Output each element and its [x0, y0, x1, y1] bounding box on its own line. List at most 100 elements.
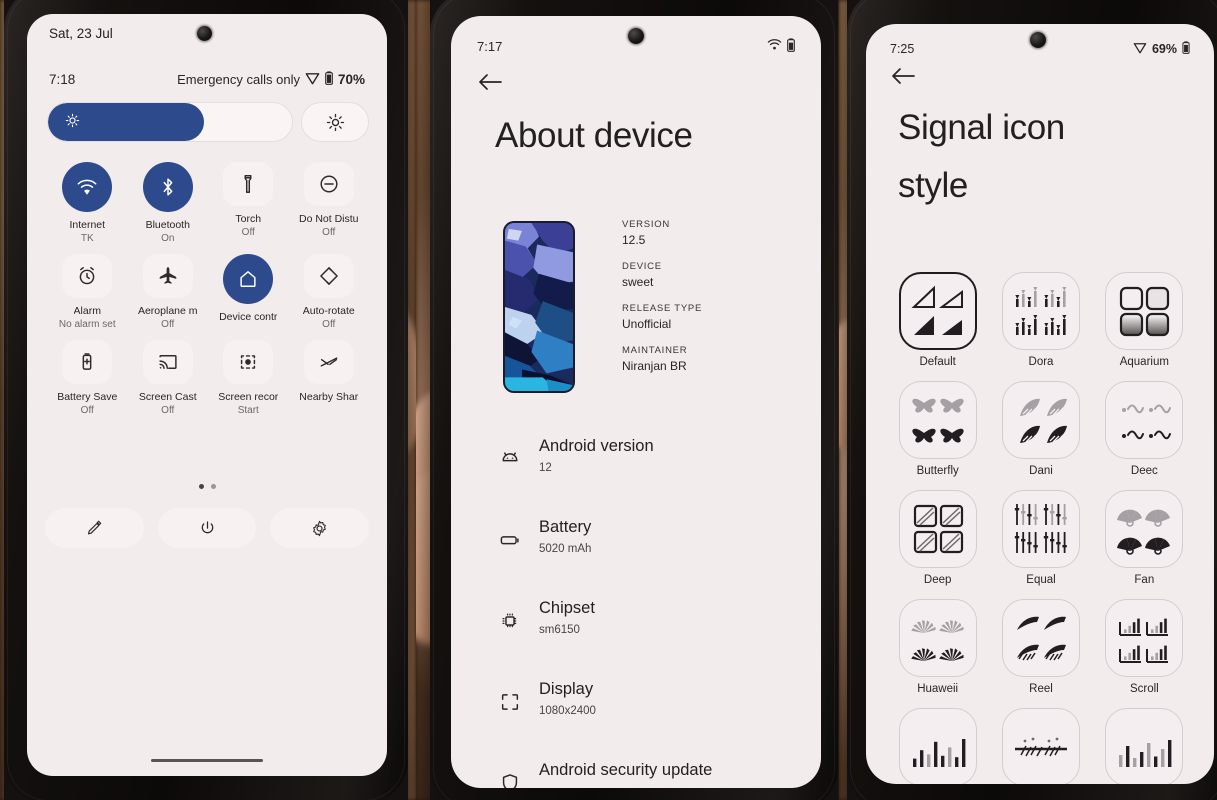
do-not-disturb-icon	[303, 162, 354, 206]
signal-style-option-huaweii[interactable]: Huaweii	[890, 599, 985, 695]
back-arrow-icon[interactable]	[477, 72, 503, 97]
qs-tile-torch[interactable]: Torch Off	[208, 162, 289, 244]
signal-style-option[interactable]	[1097, 708, 1192, 784]
about-device-rows: Android version 12 Battery 5020 mAh Chipset s…	[451, 434, 821, 788]
info-row-sub: 1080x2400	[539, 704, 596, 717]
qs-tile-device-contr[interactable]: Device contr	[208, 254, 289, 330]
brightness-slider[interactable]	[47, 102, 293, 142]
phone-device-2: 7:17 About device VERSION 12.5 DEVICE sw…	[430, 0, 838, 800]
signal-style-option[interactable]	[993, 708, 1088, 784]
qs-tile-sub: On	[161, 233, 175, 244]
panel-quick-settings: Sat, 23 Jul 7:18 Emergency calls only 70…	[0, 0, 416, 800]
signal-style-option-reel[interactable]: Reel	[993, 599, 1088, 695]
power-menu-button[interactable]	[157, 508, 257, 548]
signal-style-label: Deep	[923, 574, 952, 586]
signal-style-option-scroll[interactable]: Scroll	[1097, 599, 1192, 695]
signal-style-option[interactable]	[890, 708, 985, 784]
qs-tile-label: Do Not Distu	[298, 213, 359, 225]
deec-glyph	[1105, 381, 1184, 459]
signal-style-option-deec[interactable]: Deec	[1097, 381, 1192, 477]
info-row[interactable]: Battery 5020 mAh	[451, 515, 821, 596]
wifi-icon	[767, 39, 782, 54]
signal-style-option-aquarium[interactable]: Aquarium	[1097, 272, 1192, 368]
status-bar-2: 7:17	[451, 38, 821, 55]
flashlight-icon	[223, 162, 274, 206]
qs-tile-screen-cast[interactable]: Screen Cast Off	[128, 340, 209, 416]
page-title-line1: Signal icon	[898, 108, 1065, 147]
qs-tile-internet[interactable]: Internet TK	[47, 162, 128, 244]
signal-style-option-dani[interactable]: Dani	[993, 381, 1088, 477]
signal-style-label: Aquarium	[1119, 356, 1169, 368]
settings-button[interactable]	[270, 508, 370, 548]
signal-style-label: Dani	[1029, 465, 1053, 477]
signal-style-label: Butterfly	[916, 465, 959, 477]
meta-value: Unofficial	[622, 317, 672, 331]
info-row[interactable]: Display 1080x2400	[451, 677, 821, 758]
brightness-fill	[48, 103, 205, 141]
battery-saver-icon	[62, 340, 113, 384]
signal-style-label: Fan	[1134, 574, 1155, 586]
chipset-icon	[499, 610, 521, 632]
device-preview-thumbnail	[503, 221, 575, 393]
battery-icon	[1182, 41, 1190, 57]
camera-punch-hole	[197, 26, 212, 41]
qs-tile-battery-save[interactable]: Battery Save Off	[47, 340, 128, 416]
triangles-glyph	[898, 272, 977, 350]
qs-tile-label: Auto-rotate	[302, 305, 355, 317]
status-time: 7:25	[890, 42, 915, 56]
airplane-icon	[142, 254, 193, 298]
status-time: 7:17	[477, 39, 503, 54]
panel-about-device: 7:17 About device VERSION 12.5 DEVICE sw…	[416, 0, 839, 800]
bars-glyph	[898, 708, 977, 784]
qs-tile-label: Battery Save	[57, 391, 118, 403]
qs-tile-bluetooth[interactable]: Bluetooth On	[128, 162, 209, 244]
signal-style-option-dora[interactable]: Dora	[993, 272, 1088, 368]
phone-screen-2: 7:17 About device VERSION 12.5 DEVICE sw…	[451, 16, 821, 788]
wifi-default-triangle-icon	[305, 72, 320, 88]
qs-tile-screen-recor[interactable]: Screen recor Start	[208, 340, 289, 416]
signal-style-option-deep[interactable]: Deep	[890, 490, 985, 586]
qs-footer	[45, 508, 370, 548]
info-row[interactable]: Android version 12	[451, 434, 821, 515]
home-icon	[223, 254, 274, 304]
phone-screen-1: Sat, 23 Jul 7:18 Emergency calls only 70…	[27, 14, 387, 776]
dani-glyph	[1001, 381, 1080, 459]
qs-tile-sub: Off	[80, 405, 94, 416]
qs-tile-alarm[interactable]: Alarm No alarm set	[47, 254, 128, 330]
signal-style-option-butterfly[interactable]: Butterfly	[890, 381, 985, 477]
signal-style-option-default[interactable]: Default	[890, 272, 985, 368]
qs-tile-label: Internet	[69, 219, 106, 231]
qs-tile-label: Nearby Shar	[299, 391, 359, 403]
gesture-nav-pill[interactable]	[151, 758, 263, 762]
info-row[interactable]: Chipset sm6150	[451, 596, 821, 677]
signal-style-option-fan[interactable]: Fan	[1097, 490, 1192, 586]
signal-style-option-equal[interactable]: Equal	[993, 490, 1088, 586]
status-bar-3: 7:25 69%	[866, 41, 1214, 57]
info-row[interactable]: Android security update	[451, 758, 821, 788]
battery-percent: 70%	[337, 72, 365, 87]
info-row-title: Battery	[539, 518, 592, 536]
meta-key: VERSION	[622, 219, 671, 230]
edit-tiles-button[interactable]	[45, 508, 144, 548]
meta-key: MAINTAINER	[622, 345, 688, 356]
qs-tile-do-not-distu[interactable]: Do Not Distu Off	[289, 162, 370, 244]
fan-glyph	[1105, 490, 1184, 568]
qs-date-label: Sat, 23 Jul	[49, 26, 113, 41]
qs-tile-nearby-shar[interactable]: Nearby Shar	[289, 340, 370, 416]
android-head-icon	[499, 448, 521, 470]
scroll-glyph	[1105, 599, 1184, 677]
info-row-title: Android version	[539, 437, 654, 455]
qs-tile-aeroplane-m[interactable]: Aeroplane m Off	[128, 254, 209, 330]
battery-percent: 69%	[1151, 42, 1177, 56]
dora-glyph	[1001, 272, 1080, 350]
qs-tile-sub: Off	[241, 227, 255, 238]
info-row-sub: 5020 mAh	[539, 542, 592, 555]
phone-device-3: 7:25 69% Signal icon style Default Dora …	[847, 0, 1217, 800]
qs-tile-auto-rotate[interactable]: Auto-rotate Off	[289, 254, 370, 330]
deep-glyph	[898, 490, 977, 568]
meta-value: Niranjan BR	[622, 359, 687, 373]
back-arrow-icon[interactable]	[890, 66, 916, 91]
info-row-sub: 12	[539, 461, 552, 474]
meta-key: DEVICE	[622, 261, 662, 272]
brightness-auto-icon[interactable]	[301, 102, 369, 142]
